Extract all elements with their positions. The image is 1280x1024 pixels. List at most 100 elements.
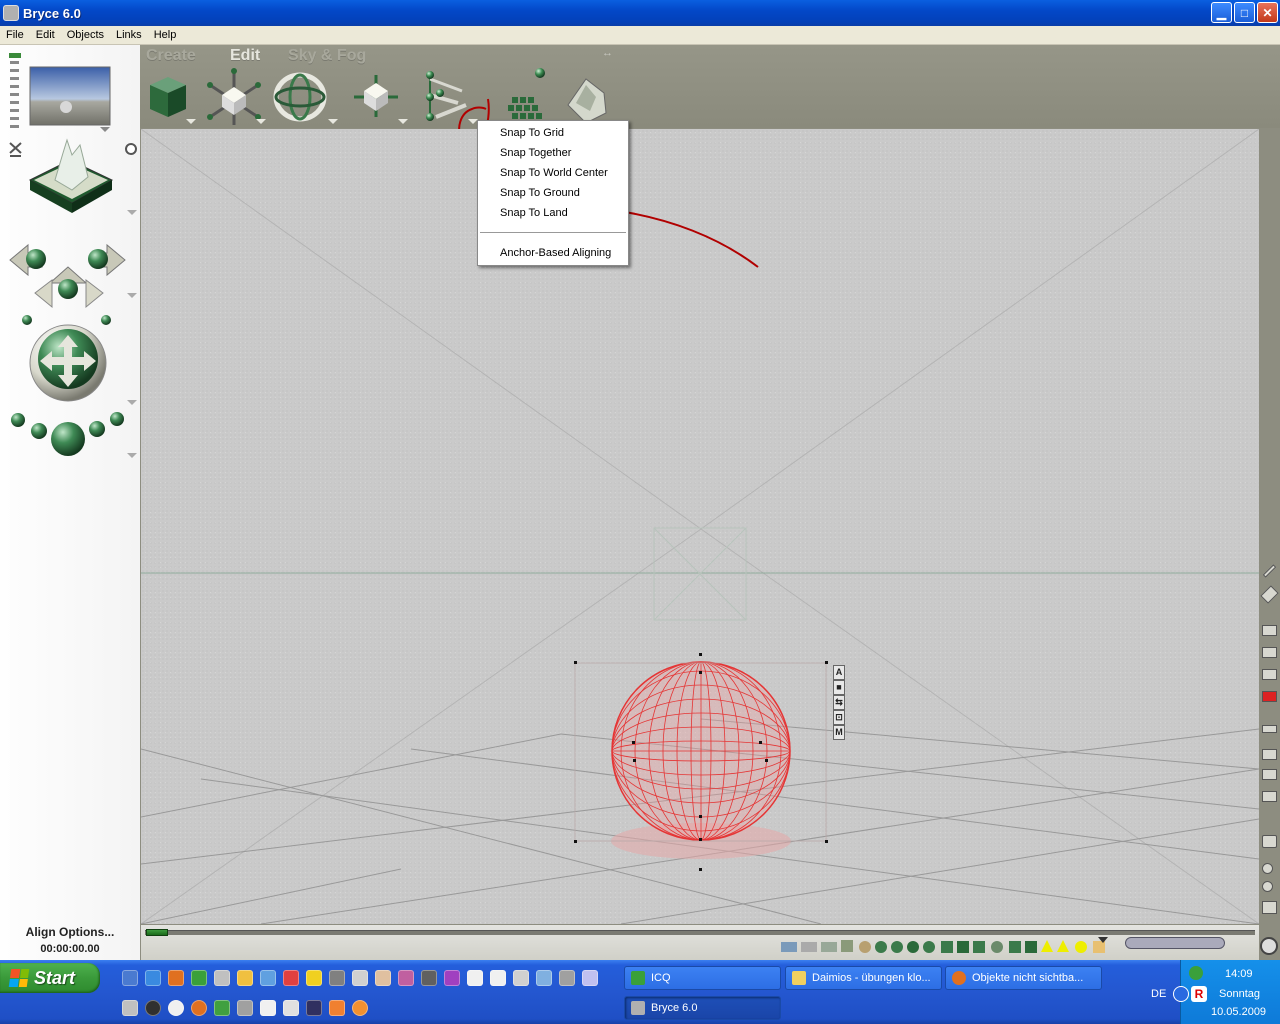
quick-launch-icon-8[interactable] xyxy=(283,970,299,986)
nano-preview[interactable] xyxy=(29,66,111,126)
quick-launch-icon-27[interactable] xyxy=(237,1000,253,1016)
quick-launch-icon-24[interactable] xyxy=(168,1000,184,1016)
clock-time[interactable]: 14:09 xyxy=(1225,968,1253,980)
align-dropdown-menu: Snap To Grid Snap Together Snap To World… xyxy=(477,120,629,266)
zoom-out-icon[interactable] xyxy=(1262,881,1273,892)
taskbar-button-objekte[interactable]: Objekte nicht sichtba... xyxy=(945,966,1102,990)
quick-launch-icon-13[interactable] xyxy=(398,970,414,986)
bryce-app-icon[interactable] xyxy=(3,5,19,21)
layout-icon[interactable] xyxy=(1262,769,1277,780)
eraser-icon[interactable] xyxy=(1260,585,1279,604)
blender-icon[interactable] xyxy=(352,1000,368,1016)
rotate-tool-icon[interactable] xyxy=(273,72,338,124)
object-link-icon[interactable]: ⇆ xyxy=(833,695,845,710)
view-slider-ticks[interactable] xyxy=(9,53,21,128)
quick-launch-icon-7[interactable] xyxy=(260,970,276,986)
reposition-tool-icon[interactable] xyxy=(354,75,408,124)
quick-launch-icon-19[interactable] xyxy=(536,970,552,986)
hand-icon[interactable] xyxy=(375,970,391,986)
object-material-icon[interactable]: ■ xyxy=(833,680,845,695)
menu-objects[interactable]: Objects xyxy=(61,29,110,41)
quick-launch-icon-9[interactable] xyxy=(306,970,322,986)
taskbar-button-bryce[interactable]: Bryce 6.0 xyxy=(624,996,781,1020)
wireframe-sphere[interactable] xyxy=(611,661,791,841)
quick-launch-icon-26[interactable] xyxy=(214,1000,230,1016)
terrain-editor-icon[interactable] xyxy=(567,78,607,124)
object-attributes-icon[interactable]: A xyxy=(833,665,845,680)
maximize-button[interactable]: □ xyxy=(1234,2,1255,23)
globe-icon[interactable] xyxy=(1260,937,1278,955)
quick-launch-icon-16[interactable] xyxy=(467,970,483,986)
quick-launch-icon-21[interactable] xyxy=(582,970,598,986)
timeline-track[interactable] xyxy=(145,930,1255,935)
menu-links[interactable]: Links xyxy=(110,29,148,41)
object-material-edit-icon[interactable]: M xyxy=(833,725,845,740)
quick-launch-icon-4[interactable] xyxy=(191,970,207,986)
camera-target-box[interactable] xyxy=(653,527,747,621)
object-family-icon[interactable]: ⊡ xyxy=(833,710,845,725)
quick-launch-icon-14[interactable] xyxy=(421,970,437,986)
antivirus-icon[interactable]: R xyxy=(1191,986,1207,1002)
taskbar-button-daimios[interactable]: Daimios - übungen klo... xyxy=(785,966,942,990)
quick-launch-icon-29[interactable] xyxy=(283,1000,299,1016)
quick-launch-icon-6[interactable] xyxy=(237,970,253,986)
material-editor-icon[interactable] xyxy=(150,77,196,124)
minimize-button[interactable]: ▁ xyxy=(1211,2,1232,23)
resize-tool-icon[interactable] xyxy=(207,68,266,125)
quick-launch-icon-10[interactable] xyxy=(329,970,345,986)
menu-item-anchor-based-aligning[interactable]: Anchor-Based Aligning xyxy=(478,243,628,263)
quick-launch-icon-30[interactable] xyxy=(306,1000,322,1016)
menu-item-snap-to-ground[interactable]: Snap To Ground xyxy=(478,183,628,203)
menu-item-snap-together[interactable]: Snap Together xyxy=(478,143,628,163)
camera-trackball-icons[interactable] xyxy=(9,243,137,325)
quick-launch-icon-15[interactable] xyxy=(444,970,460,986)
camera-trackball[interactable] xyxy=(29,324,137,405)
download-icon[interactable] xyxy=(1262,791,1277,802)
quick-launch-icon-28[interactable] xyxy=(260,1000,276,1016)
brush-icon[interactable] xyxy=(1262,564,1277,578)
camera-cross-icon[interactable] xyxy=(9,142,22,157)
quick-launch-icon-17[interactable] xyxy=(490,970,506,986)
menu-help[interactable]: Help xyxy=(148,29,183,41)
menu-item-snap-to-world-center[interactable]: Snap To World Center xyxy=(478,163,628,183)
firefox-icon[interactable] xyxy=(168,970,184,986)
menu-item-snap-to-grid[interactable]: Snap To Grid xyxy=(478,123,628,143)
menu-edit[interactable]: Edit xyxy=(30,29,61,41)
quick-launch-icon-5[interactable] xyxy=(214,970,230,986)
quick-launch-icon-20[interactable] xyxy=(559,970,575,986)
quick-launch-icon-23[interactable] xyxy=(145,1000,161,1016)
render-mode-icon[interactable] xyxy=(1262,647,1277,658)
quick-launch-icon-11[interactable] xyxy=(352,970,368,986)
sky-icon[interactable] xyxy=(1262,749,1277,760)
ie-icon[interactable] xyxy=(145,970,161,986)
palette-menu-arrow[interactable] xyxy=(1098,937,1108,943)
taskbar-button-icq[interactable]: ICQ xyxy=(624,966,781,990)
randomize-tool-icon[interactable] xyxy=(508,68,545,119)
quick-launch-icon-1[interactable] xyxy=(122,970,138,986)
bar-icon[interactable] xyxy=(1262,725,1277,733)
menu-file[interactable]: File xyxy=(0,29,30,41)
playback-controls[interactable] xyxy=(1125,937,1225,949)
shadow-icon[interactable] xyxy=(1262,669,1277,680)
menu-item-snap-to-land[interactable]: Snap To Land xyxy=(478,203,628,223)
record-icon[interactable] xyxy=(1262,691,1277,702)
close-button[interactable]: ✕ xyxy=(1257,2,1278,23)
hand-pan-icon[interactable] xyxy=(1262,901,1277,914)
zoom-in-icon[interactable] xyxy=(1262,863,1273,874)
display-mode-icon[interactable] xyxy=(1262,625,1277,636)
cube-view-icon[interactable] xyxy=(1262,835,1277,848)
icq-tray-icon[interactable] xyxy=(1189,966,1203,980)
quick-launch-icon-22[interactable] xyxy=(122,1000,138,1016)
timeline-scrubber[interactable] xyxy=(146,929,168,936)
quick-launch-icon-31[interactable] xyxy=(329,1000,345,1016)
tray-expand-icon[interactable] xyxy=(1173,986,1189,1002)
quick-launch-icon-25[interactable] xyxy=(191,1000,207,1016)
start-button[interactable]: Start xyxy=(0,963,100,993)
camera-mode-balls[interactable] xyxy=(11,412,137,458)
preview-menu-arrow[interactable] xyxy=(100,127,110,132)
language-indicator[interactable]: DE xyxy=(1151,988,1166,1000)
view-control-icon[interactable] xyxy=(28,138,137,215)
view-dot-icon[interactable] xyxy=(125,143,137,155)
object-type-icons[interactable] xyxy=(781,940,1105,953)
quick-launch-icon-18[interactable] xyxy=(513,970,529,986)
